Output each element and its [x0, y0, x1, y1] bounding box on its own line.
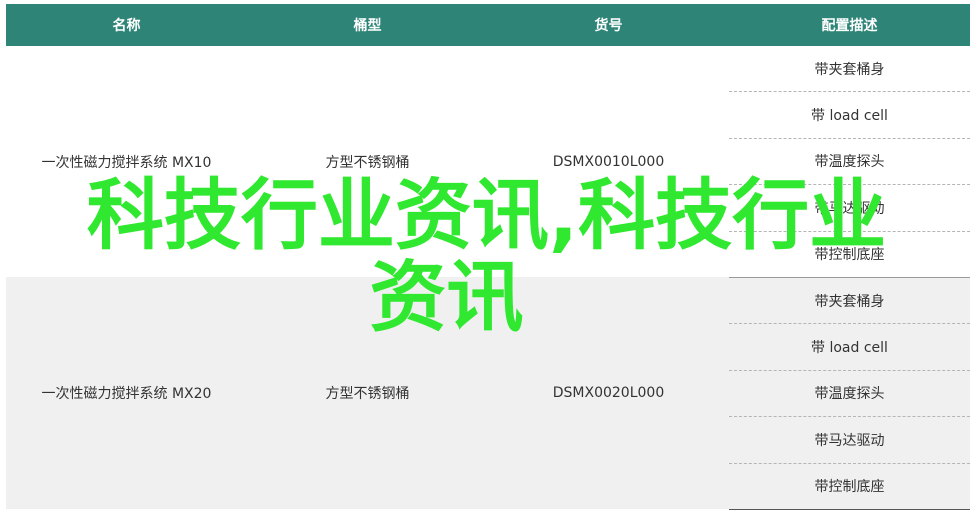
config-item: 带夹套桶身	[729, 46, 970, 93]
config-item: 带控制底座	[729, 463, 970, 510]
config-item: 带马达驱动	[729, 184, 970, 232]
product-sku: DSMX0010L000	[552, 153, 665, 170]
table-row: 一次性磁力搅拌系统 MX10 方型不锈钢桶 DSMX0010L000 带夹套桶身	[6, 46, 970, 171]
product-sku: DSMX0020L000	[488, 277, 729, 510]
config-item: 带温度探头	[729, 370, 970, 418]
header-config: 配置描述	[729, 4, 970, 46]
header-barrel: 桶型	[247, 4, 488, 46]
product-group-mx20: 一次性磁力搅拌系统 MX20 方型不锈钢桶 DSMX0020L000 带夹套桶身…	[6, 277, 970, 510]
header-sku: 货号	[488, 4, 729, 46]
barrel-type: 方型不锈钢桶	[247, 277, 488, 510]
config-item: 带温度探头	[729, 138, 970, 186]
config-item: 带 load cell	[729, 91, 970, 139]
product-name: 一次性磁力搅拌系统 MX20	[6, 277, 247, 510]
product-group-mx10: 一次性磁力搅拌系统 MX10 方型不锈钢桶 DSMX0010L000 带夹套桶身…	[6, 46, 970, 278]
barrel-type: 方型不锈钢桶	[325, 154, 410, 171]
product-name: 一次性磁力搅拌系统 MX10	[41, 154, 212, 171]
spec-table: 名称 桶型 货号 配置描述 一次性磁力搅拌系统 MX10 方型不锈钢桶 DSMX…	[6, 4, 970, 510]
config-item: 带夹套桶身	[729, 277, 970, 325]
header-row: 名称 桶型 货号 配置描述	[6, 4, 970, 46]
header-name: 名称	[6, 4, 247, 46]
config-item: 带马达驱动	[729, 416, 970, 464]
config-item: 带 load cell	[729, 323, 970, 371]
table-row: 一次性磁力搅拌系统 MX20 方型不锈钢桶 DSMX0020L000 带夹套桶身	[6, 277, 970, 510]
config-item: 带控制底座	[729, 231, 970, 278]
